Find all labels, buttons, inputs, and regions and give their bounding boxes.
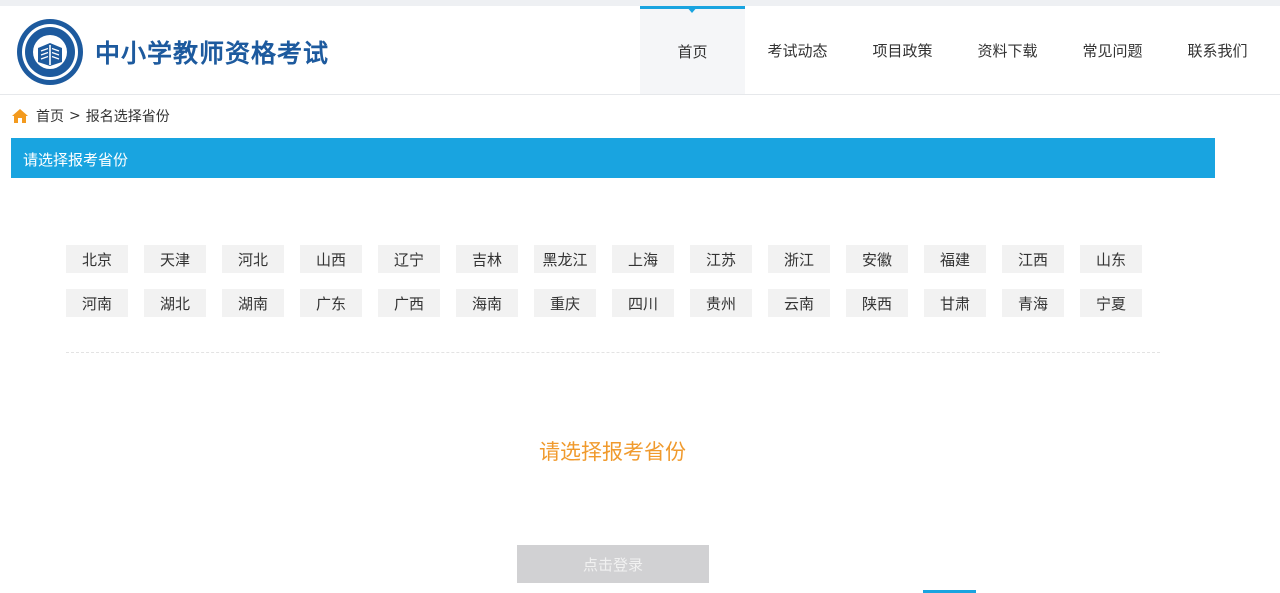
exam-book-emblem-icon: [17, 19, 83, 85]
province-button[interactable]: 广东: [300, 289, 362, 317]
site-header: 中小学教师资格考试 首页 考试动态 项目政策 资料下载 常见问题 联系我们: [0, 6, 1280, 95]
nav-item-home[interactable]: 首页: [640, 6, 745, 94]
province-button[interactable]: 吉林: [456, 245, 518, 273]
province-button[interactable]: 青海: [1002, 289, 1064, 317]
province-button[interactable]: 陕西: [846, 289, 908, 317]
section-title: 请选择报考省份: [23, 151, 129, 169]
login-button[interactable]: 点击登录: [517, 545, 709, 583]
breadcrumb-home-link[interactable]: 首页: [36, 106, 64, 126]
site-title[interactable]: 中小学教师资格考试: [95, 34, 329, 70]
province-button[interactable]: 黑龙江: [534, 245, 596, 273]
active-caret-icon: [686, 6, 698, 13]
breadcrumb: 首页 > 报名选择省份: [11, 106, 170, 126]
province-button[interactable]: 贵州: [690, 289, 752, 317]
breadcrumb-current: 报名选择省份: [85, 109, 170, 125]
select-province-prompt: 请选择报考省份: [539, 440, 686, 464]
province-button[interactable]: 浙江: [768, 245, 830, 273]
province-button[interactable]: 河南: [66, 289, 128, 317]
province-button[interactable]: 湖南: [222, 289, 284, 317]
dashed-divider: [66, 352, 1160, 353]
nav-item-label: 考试动态: [767, 41, 828, 60]
province-button[interactable]: 湖北: [144, 289, 206, 317]
province-button[interactable]: 江苏: [690, 245, 752, 273]
province-button[interactable]: 福建: [924, 245, 986, 273]
nav-item-project-policy[interactable]: 项目政策: [850, 6, 955, 94]
breadcrumb-separator: >: [69, 108, 81, 124]
province-button[interactable]: 重庆: [534, 289, 596, 317]
province-button[interactable]: 安徽: [846, 245, 908, 273]
province-button[interactable]: 河北: [222, 245, 284, 273]
province-button[interactable]: 上海: [612, 245, 674, 273]
province-button[interactable]: 江西: [1002, 245, 1064, 273]
section-header-bar: 请选择报考省份: [11, 138, 1215, 178]
nav-item-faq[interactable]: 常见问题: [1060, 6, 1165, 94]
nav-item-label: 首页: [677, 43, 708, 61]
province-button[interactable]: 甘肃: [924, 289, 986, 317]
main-nav: 首页 考试动态 项目政策 资料下载 常见问题 联系我们: [640, 6, 1270, 94]
nav-item-label: 联系我们: [1187, 41, 1248, 60]
nav-item-contact[interactable]: 联系我们: [1165, 6, 1270, 94]
nav-item-label: 资料下载: [977, 41, 1038, 60]
province-button[interactable]: 四川: [612, 289, 674, 317]
province-button[interactable]: 海南: [456, 289, 518, 317]
home-icon: [12, 109, 28, 123]
nav-item-label: 常见问题: [1082, 41, 1143, 60]
province-button[interactable]: 宁夏: [1080, 289, 1142, 317]
nav-item-downloads[interactable]: 资料下载: [955, 6, 1060, 94]
province-button[interactable]: 广西: [378, 289, 440, 317]
province-button[interactable]: 山东: [1080, 245, 1142, 273]
province-button[interactable]: 北京: [66, 245, 128, 273]
province-grid: 北京 天津 河北 山西 辽宁 吉林 黑龙江 上海 江苏 浙江 安徽 福建 江西 山东河南 湖北 湖南 广东 广西海…: [66, 245, 1146, 317]
province-button[interactable]: 辽宁: [378, 245, 440, 273]
nav-item-label: 项目政策: [872, 41, 933, 60]
province-button[interactable]: 山西: [300, 245, 362, 273]
province-button[interactable]: 云南: [768, 289, 830, 317]
province-button[interactable]: 天津: [144, 245, 206, 273]
nav-item-exam-news[interactable]: 考试动态: [745, 6, 850, 94]
